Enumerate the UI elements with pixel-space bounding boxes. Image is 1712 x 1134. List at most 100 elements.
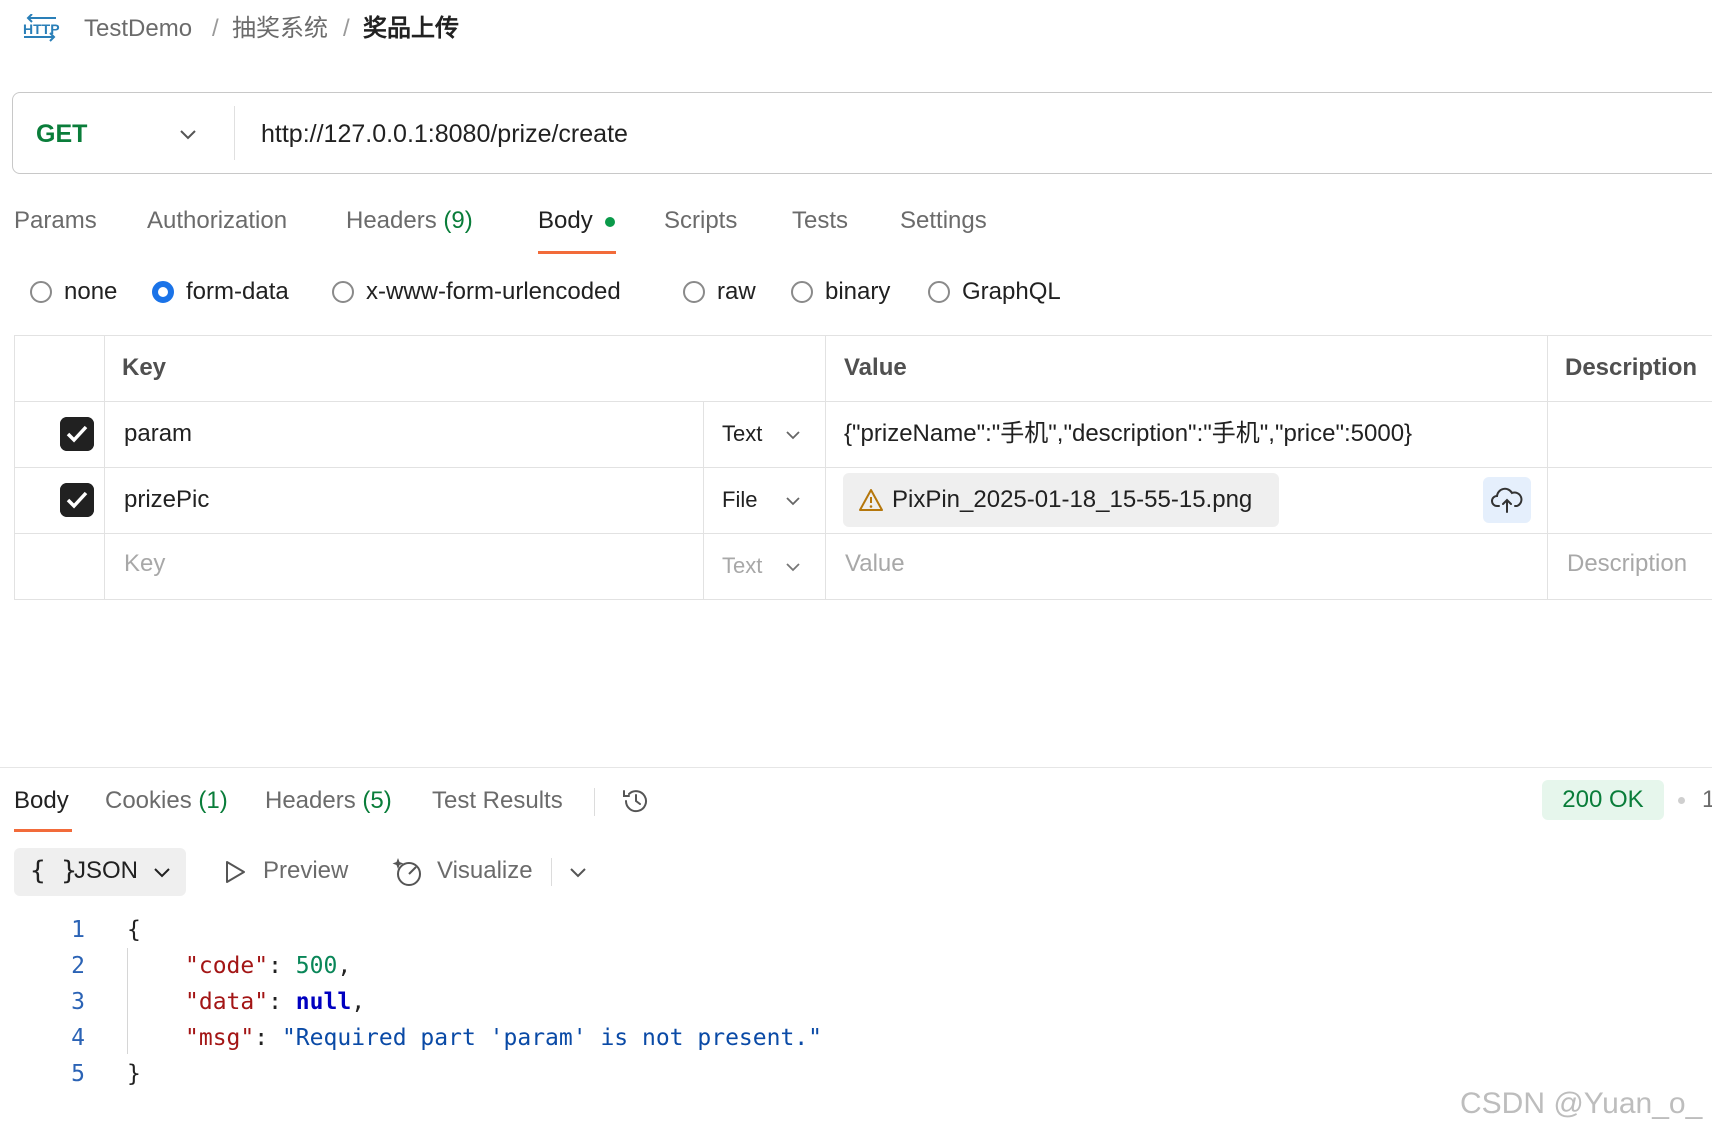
breadcrumb-request-name[interactable]: 奖品上传 — [363, 14, 459, 44]
breadcrumb-workspace[interactable]: TestDemo — [84, 14, 192, 44]
format-label[interactable]: JSON — [74, 855, 138, 887]
chevron-down-icon[interactable] — [178, 124, 198, 144]
radio-label-form-data[interactable]: form-data — [186, 276, 289, 308]
visualize-button[interactable]: Visualize — [437, 855, 533, 887]
new-type-select[interactable]: Text — [722, 551, 762, 581]
braces-icon: { } — [30, 856, 77, 886]
http-request-icon: HTTP — [23, 14, 60, 42]
tab-headers[interactable]: Headers (9) — [346, 205, 473, 237]
radio-form-data[interactable] — [152, 281, 174, 303]
table-divider — [703, 401, 704, 600]
radio-raw[interactable] — [683, 281, 705, 303]
radio-binary[interactable] — [791, 281, 813, 303]
json-line-msg: "msg": "Required part 'param' is not pre… — [185, 1025, 822, 1051]
status-separator-dot — [1678, 797, 1685, 804]
row-enabled-checkbox[interactable] — [60, 483, 94, 517]
json-key: "code" — [185, 953, 269, 979]
json-key: "msg" — [185, 1025, 255, 1051]
json-line-code: "code": 500, — [185, 953, 352, 979]
body-modified-dot — [605, 217, 615, 227]
row-key[interactable]: param — [124, 418, 192, 450]
table-divider — [1547, 335, 1548, 600]
tab-headers-count: (9) — [443, 207, 473, 234]
tab-params[interactable]: Params — [14, 205, 97, 237]
row-type-select[interactable]: Text — [722, 419, 762, 449]
row-value[interactable]: {"prizeName":"手机","description":"手机","pr… — [844, 418, 1412, 450]
json-key: "data" — [185, 989, 269, 1015]
radio-label-raw[interactable]: raw — [717, 276, 756, 308]
chevron-down-icon[interactable] — [784, 426, 802, 444]
response-tab-headers-label: Headers — [265, 787, 356, 814]
breadcrumb-separator: / — [343, 15, 350, 42]
response-tab-cookies-count: (1) — [198, 787, 228, 814]
active-tab-underline — [14, 829, 72, 832]
json-open-brace: { — [127, 917, 141, 943]
file-name[interactable]: PixPin_2025-01-18_15-55-15.png — [892, 484, 1252, 516]
chevron-down-icon[interactable] — [568, 862, 588, 882]
table-divider — [14, 401, 1712, 402]
json-line-data: "data": null, — [185, 989, 366, 1015]
response-tab-body[interactable]: Body — [14, 785, 69, 817]
visualize-icon[interactable] — [392, 855, 426, 889]
table-divider — [825, 335, 826, 600]
chevron-down-icon[interactable] — [784, 492, 802, 510]
history-icon[interactable] — [620, 785, 652, 817]
radio-label-x-www-form-urlencoded[interactable]: x-www-form-urlencoded — [366, 276, 621, 308]
table-divider — [14, 533, 1712, 534]
indent-guide — [127, 948, 128, 1054]
new-description-input[interactable]: Description — [1567, 548, 1687, 580]
line-number: 4 — [71, 1025, 85, 1051]
radio-x-www-form-urlencoded[interactable] — [332, 281, 354, 303]
line-number: 2 — [71, 953, 85, 979]
chevron-down-icon[interactable] — [784, 558, 802, 576]
preview-button[interactable]: Preview — [263, 855, 348, 887]
tab-authorization[interactable]: Authorization — [147, 205, 287, 237]
tab-scripts[interactable]: Scripts — [664, 205, 737, 237]
http-method-select[interactable]: GET — [36, 118, 87, 150]
tab-headers-label: Headers — [346, 207, 437, 234]
json-null: null — [295, 989, 352, 1015]
row-type-select[interactable]: File — [722, 485, 757, 515]
radio-graphql[interactable] — [928, 281, 950, 303]
breadcrumb-separator: / — [212, 15, 219, 42]
line-number: 1 — [71, 917, 85, 943]
column-header-key: Key — [122, 354, 167, 381]
toolbar-separator — [551, 858, 552, 886]
response-tab-test-results[interactable]: Test Results — [432, 785, 563, 817]
status-badge[interactable]: 200 OK — [1542, 780, 1664, 820]
url-input[interactable]: http://127.0.0.1:8080/prize/create — [261, 117, 628, 151]
table-divider — [14, 467, 1712, 468]
radio-label-graphql[interactable]: GraphQL — [962, 276, 1061, 308]
column-header-description: Description — [1565, 354, 1698, 381]
new-value-input[interactable]: Value — [845, 548, 905, 580]
chevron-down-icon[interactable] — [152, 862, 172, 882]
breadcrumb-collection[interactable]: 抽奖系统 — [232, 14, 328, 44]
line-number: 3 — [71, 989, 85, 1015]
tab-settings[interactable]: Settings — [900, 205, 987, 237]
tab-tests[interactable]: Tests — [792, 205, 848, 237]
new-key-input[interactable]: Key — [124, 548, 165, 580]
play-icon[interactable] — [222, 858, 248, 886]
table-divider — [104, 335, 105, 600]
radio-label-binary[interactable]: binary — [825, 276, 890, 308]
response-tab-cookies-label: Cookies — [105, 787, 192, 814]
json-number: 500 — [295, 953, 338, 979]
url-divider — [234, 106, 235, 160]
watermark: CSDN @Yuan_o_ — [1460, 1087, 1703, 1120]
column-header-value: Value — [844, 354, 907, 381]
radio-label-none[interactable]: none — [64, 276, 117, 308]
line-number: 5 — [71, 1061, 85, 1087]
json-string: "Required part 'param' is not present." — [281, 1025, 822, 1051]
response-time[interactable]: 1 — [1702, 784, 1712, 816]
warning-icon — [859, 489, 883, 511]
radio-none[interactable] — [30, 281, 52, 303]
row-key[interactable]: prizePic — [124, 484, 209, 516]
response-divider — [0, 767, 1712, 768]
cloud-upload-icon[interactable] — [1490, 484, 1524, 516]
active-tab-underline — [538, 251, 616, 254]
row-enabled-checkbox[interactable] — [60, 417, 94, 451]
response-tab-cookies[interactable]: Cookies (1) — [105, 785, 228, 817]
toolbar-separator — [594, 788, 595, 816]
response-tab-headers[interactable]: Headers (5) — [265, 785, 392, 817]
tab-body[interactable]: Body — [538, 205, 593, 237]
